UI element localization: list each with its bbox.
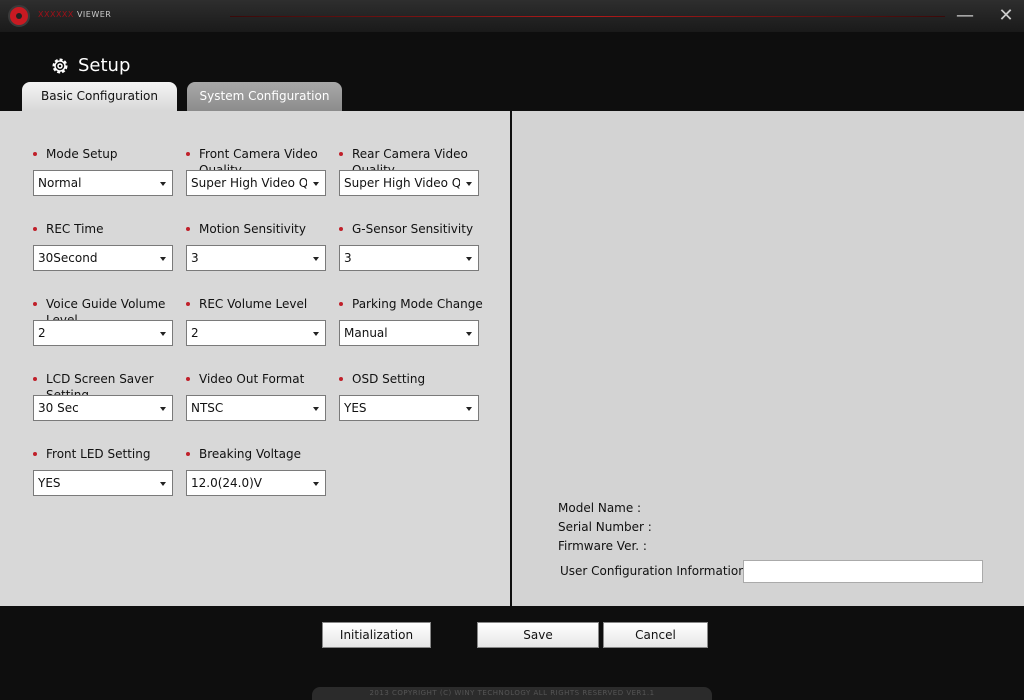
dropdown-value: YES <box>344 401 367 415</box>
model-name-label: Model Name : <box>558 501 642 515</box>
minimize-button[interactable]: — <box>954 6 976 26</box>
close-button[interactable]: ✕ <box>995 6 1017 26</box>
setting-label: Video Out Format <box>199 372 305 386</box>
bullet-icon <box>186 302 190 306</box>
setting-dropdown[interactable]: Super High Video Quality <box>339 170 479 196</box>
setting-label: G-Sensor Sensitivity <box>352 222 474 236</box>
chevron-down-icon <box>466 257 472 261</box>
setting-dropdown[interactable]: Super High Video Quality <box>186 170 326 196</box>
dropdown-value: Manual <box>344 326 388 340</box>
dropdown-value: Super High Video Quality <box>344 176 460 190</box>
bullet-icon <box>339 302 343 306</box>
bullet-icon <box>339 227 343 231</box>
bullet-icon <box>186 377 190 381</box>
chevron-down-icon <box>160 257 166 261</box>
setting-dropdown[interactable]: 30Second <box>33 245 173 271</box>
setting-dropdown[interactable]: 2 <box>186 320 326 346</box>
chevron-down-icon <box>313 332 319 336</box>
setting-dropdown[interactable]: 12.0(24.0)V <box>186 470 326 496</box>
page-title: Setup <box>50 55 130 76</box>
bullet-icon <box>186 152 190 156</box>
bullet-icon <box>33 227 37 231</box>
chevron-down-icon <box>313 182 319 186</box>
gear-icon <box>52 58 68 73</box>
chevron-down-icon <box>466 332 472 336</box>
dropdown-value: 30Second <box>38 251 98 265</box>
bullet-icon <box>33 452 37 456</box>
dropdown-value: 3 <box>191 251 199 265</box>
save-button[interactable]: Save <box>477 622 599 648</box>
chevron-down-icon <box>160 482 166 486</box>
setting-label: Motion Sensitivity <box>199 222 306 236</box>
setting-dropdown[interactable]: YES <box>339 395 479 421</box>
initialization-button[interactable]: Initialization <box>322 622 431 648</box>
bullet-icon <box>339 152 343 156</box>
setting-label: REC Time <box>46 222 104 236</box>
app-title-text: VIEWER <box>76 10 112 19</box>
chevron-down-icon <box>160 332 166 336</box>
app-logo-icon <box>8 5 30 27</box>
dropdown-value: 3 <box>344 251 352 265</box>
chevron-down-icon <box>466 407 472 411</box>
dropdown-value: YES <box>38 476 61 490</box>
cancel-button[interactable]: Cancel <box>603 622 708 648</box>
dropdown-value: 2 <box>191 326 199 340</box>
bullet-icon <box>339 377 343 381</box>
bullet-icon <box>33 302 37 306</box>
firmware-version-label: Firmware Ver. : <box>558 539 647 553</box>
page-title-text: Setup <box>78 55 131 76</box>
bullet-icon <box>33 152 37 156</box>
serial-number-label: Serial Number : <box>558 520 652 534</box>
dropdown-value: 12.0(24.0)V <box>191 476 263 490</box>
bullet-icon <box>186 227 190 231</box>
chevron-down-icon <box>160 182 166 186</box>
bullet-icon <box>33 377 37 381</box>
setting-dropdown[interactable]: 2 <box>33 320 173 346</box>
title-divider <box>230 16 945 17</box>
chevron-down-icon <box>313 482 319 486</box>
dropdown-value: 30 Sec <box>38 401 79 415</box>
setting-dropdown[interactable]: 3 <box>339 245 479 271</box>
dropdown-value: 2 <box>38 326 46 340</box>
copyright-footer: 2013 COPYRIGHT (C) WINY TECHNOLOGY ALL R… <box>312 687 712 700</box>
chevron-down-icon <box>160 407 166 411</box>
setting-dropdown[interactable]: YES <box>33 470 173 496</box>
setting-dropdown[interactable]: Normal <box>33 170 173 196</box>
tab-system-configuration[interactable]: System Configuration <box>187 82 342 111</box>
setting-label: Front LED Setting <box>46 447 151 461</box>
setting-label: Breaking Voltage <box>199 447 301 461</box>
setting-dropdown[interactable]: 3 <box>186 245 326 271</box>
app-title-brand: XXXXXX <box>38 10 74 19</box>
dropdown-value: Normal <box>38 176 82 190</box>
setting-dropdown[interactable]: Manual <box>339 320 479 346</box>
user-config-input[interactable] <box>743 560 983 583</box>
setting-label: Parking Mode Change <box>352 297 483 311</box>
chevron-down-icon <box>466 182 472 186</box>
bullet-icon <box>186 452 190 456</box>
setting-label: REC Volume Level <box>199 297 308 311</box>
setting-label: OSD Setting <box>352 372 426 386</box>
setting-label: Mode Setup <box>46 147 118 161</box>
dropdown-value: Super High Video Quality <box>191 176 307 190</box>
dropdown-value: NTSC <box>191 401 224 415</box>
chevron-down-icon <box>313 407 319 411</box>
app-title: XXXXXX VIEWER <box>38 10 111 19</box>
tab-basic-configuration[interactable]: Basic Configuration <box>22 82 177 111</box>
user-config-label: User Configuration Information <box>560 564 746 578</box>
title-bar: XXXXXX VIEWER — ✕ <box>0 0 1024 32</box>
setting-dropdown[interactable]: 30 Sec <box>33 395 173 421</box>
chevron-down-icon <box>313 257 319 261</box>
setting-dropdown[interactable]: NTSC <box>186 395 326 421</box>
